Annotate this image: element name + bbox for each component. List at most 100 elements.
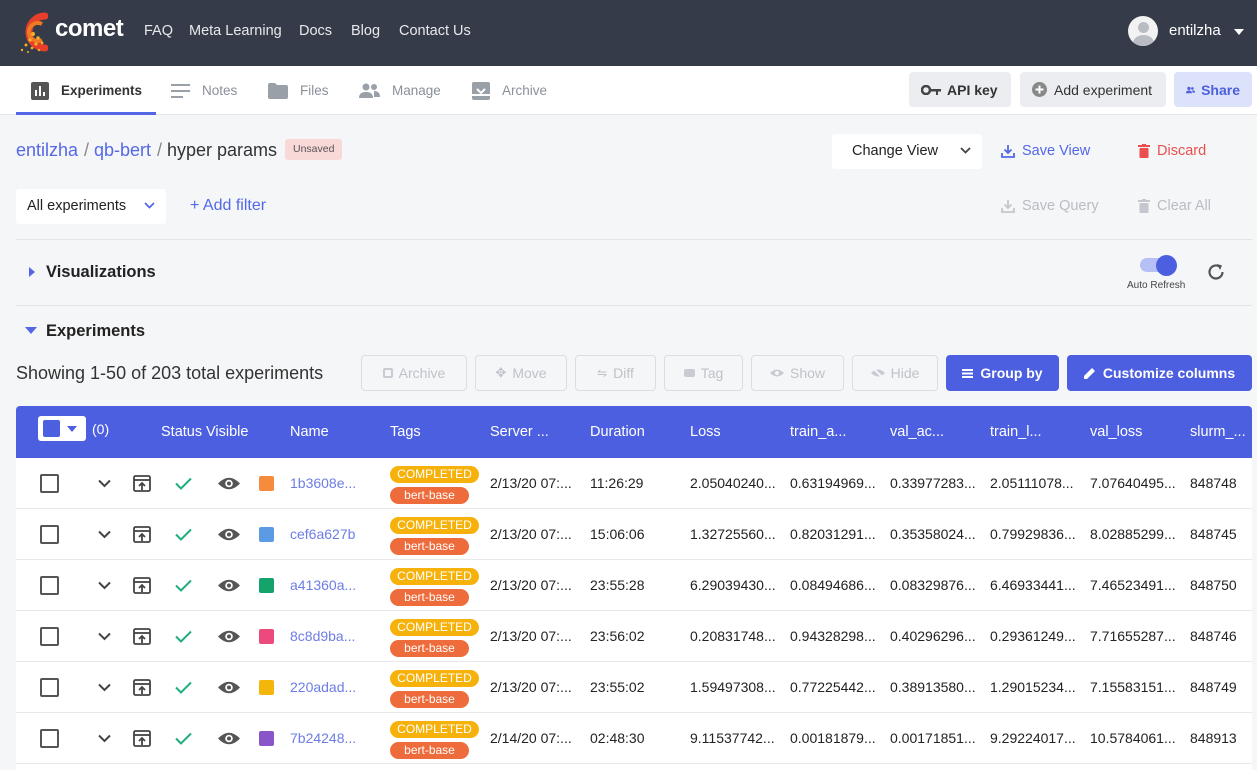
nav-blog[interactable]: Blog xyxy=(351,23,380,39)
open-external-icon[interactable] xyxy=(133,628,151,645)
experiment-color-swatch[interactable] xyxy=(259,680,274,695)
api-key-button[interactable]: API key xyxy=(909,72,1011,107)
tab-manage[interactable]: Manage xyxy=(359,66,441,115)
eye-icon[interactable] xyxy=(218,680,240,695)
tab-experiments[interactable]: Experiments xyxy=(31,66,142,115)
open-external-icon[interactable] xyxy=(133,730,151,747)
open-external-icon[interactable] xyxy=(133,475,151,492)
eye-icon[interactable] xyxy=(218,731,240,746)
row-checkbox[interactable] xyxy=(40,525,59,544)
column-header-loss[interactable]: Loss xyxy=(690,424,721,440)
avatar[interactable] xyxy=(1128,16,1158,46)
nav-meta-learning[interactable]: Meta Learning xyxy=(189,23,282,39)
eye-icon[interactable] xyxy=(218,629,240,644)
table-row[interactable]: 8c8d9ba... COMPLETED bert-base 2/13/20 0… xyxy=(16,611,1252,662)
change-view-dropdown[interactable]: Change View xyxy=(832,134,982,169)
share-button[interactable]: Share xyxy=(1174,72,1252,107)
select-all-checkbox[interactable] xyxy=(38,416,86,441)
tag-button[interactable]: Tag xyxy=(664,355,743,391)
table-row[interactable]: 7b24248... COMPLETED bert-base 2/14/20 0… xyxy=(16,713,1252,764)
experiment-name-link[interactable]: 8c8d9ba... xyxy=(290,628,355,644)
chevron-down-icon[interactable] xyxy=(98,683,111,692)
column-header-val-loss[interactable]: val_loss xyxy=(1090,424,1142,440)
open-external-icon[interactable] xyxy=(133,577,151,594)
open-external-icon[interactable] xyxy=(133,679,151,696)
column-header-val-acc[interactable]: val_ac... xyxy=(890,424,944,440)
experiments-heading[interactable]: Experiments xyxy=(46,322,145,341)
trash-icon xyxy=(1138,199,1150,213)
clear-all-button[interactable]: Clear All xyxy=(1138,198,1211,214)
tab-notes-label: Notes xyxy=(202,83,238,98)
experiment-color-swatch[interactable] xyxy=(259,629,274,644)
column-header-server-time[interactable]: Server ... xyxy=(490,424,549,440)
experiment-color-swatch[interactable] xyxy=(259,476,274,491)
tab-archive[interactable]: Archive xyxy=(472,66,547,115)
show-button[interactable]: Show xyxy=(751,355,844,391)
breadcrumb-workspace[interactable]: entilzha xyxy=(16,140,78,161)
chevron-down-icon[interactable] xyxy=(98,734,111,743)
experiment-name-link[interactable]: cef6a627b xyxy=(290,526,355,542)
table-row[interactable]: a41360a... COMPLETED bert-base 2/13/20 0… xyxy=(16,560,1252,611)
auto-refresh-toggle-knob[interactable] xyxy=(1156,255,1177,276)
add-experiment-button[interactable]: Add experiment xyxy=(1020,72,1166,107)
experiment-name-link[interactable]: 1b3608e... xyxy=(290,475,356,491)
list-icon xyxy=(962,368,974,378)
experiments-filter-dropdown[interactable]: All experiments xyxy=(16,189,166,224)
user-menu-caret-icon[interactable] xyxy=(1234,29,1244,35)
nav-contact-us[interactable]: Contact Us xyxy=(399,23,471,39)
add-filter-button[interactable]: + Add filter xyxy=(190,197,266,215)
column-header-train-acc[interactable]: train_a... xyxy=(790,424,846,440)
breadcrumb-project[interactable]: qb-bert xyxy=(94,140,151,161)
chevron-down-icon[interactable] xyxy=(98,632,111,641)
hide-button[interactable]: Hide xyxy=(852,355,938,391)
experiment-color-swatch[interactable] xyxy=(259,731,274,746)
discard-button[interactable]: Discard xyxy=(1138,143,1206,159)
chevron-down-icon[interactable] xyxy=(98,581,111,590)
table-row[interactable]: 220adad... COMPLETED bert-base 2/13/20 0… xyxy=(16,662,1252,713)
experiment-color-swatch[interactable] xyxy=(259,578,274,593)
brand-name[interactable]: comet xyxy=(55,15,124,43)
chevron-down-icon[interactable] xyxy=(98,530,111,539)
visualizations-heading[interactable]: Visualizations xyxy=(46,263,156,282)
collapse-caret-icon[interactable] xyxy=(25,327,37,334)
row-checkbox[interactable] xyxy=(40,627,59,646)
refresh-icon[interactable] xyxy=(1206,262,1226,282)
eye-icon[interactable] xyxy=(218,527,240,542)
train-acc-cell: 0.08494686... xyxy=(790,577,876,593)
experiment-color-swatch[interactable] xyxy=(259,527,274,542)
archive-button[interactable]: Archive xyxy=(361,355,467,391)
column-header-name[interactable]: Name xyxy=(290,424,329,440)
row-checkbox[interactable] xyxy=(40,474,59,493)
table-row[interactable]: cef6a627b COMPLETED bert-base 2/13/20 07… xyxy=(16,509,1252,560)
move-button[interactable]: ✥ Move xyxy=(475,355,567,391)
experiment-name-link[interactable]: 7b24248... xyxy=(290,730,356,746)
nav-faq[interactable]: FAQ xyxy=(144,23,173,39)
comet-logo-icon[interactable] xyxy=(14,10,48,54)
eye-icon[interactable] xyxy=(218,476,240,491)
column-header-tags[interactable]: Tags xyxy=(390,424,421,440)
experiment-name-link[interactable]: a41360a... xyxy=(290,577,356,593)
tab-files[interactable]: Files xyxy=(268,66,329,115)
chevron-down-icon[interactable] xyxy=(98,479,111,488)
column-header-visible[interactable]: Visible xyxy=(206,424,248,440)
table-row[interactable]: 1b3608e... COMPLETED bert-base 2/13/20 0… xyxy=(16,458,1252,509)
eye-icon[interactable] xyxy=(218,578,240,593)
column-header-status[interactable]: Status xyxy=(161,424,202,440)
save-view-button[interactable]: Save View xyxy=(1001,143,1090,159)
experiment-name-link[interactable]: 220adad... xyxy=(290,679,356,695)
nav-docs[interactable]: Docs xyxy=(299,23,332,39)
expand-caret-icon[interactable] xyxy=(29,267,35,277)
save-query-button[interactable]: Save Query xyxy=(1001,198,1099,214)
column-header-duration[interactable]: Duration xyxy=(590,424,645,440)
diff-button[interactable]: ⇋ Diff xyxy=(575,355,656,391)
customize-columns-button[interactable]: Customize columns xyxy=(1067,355,1252,391)
open-external-icon[interactable] xyxy=(133,526,151,543)
username[interactable]: entilzha xyxy=(1169,22,1221,39)
row-checkbox[interactable] xyxy=(40,678,59,697)
group-by-button[interactable]: Group by xyxy=(946,355,1059,391)
tab-notes[interactable]: Notes xyxy=(171,66,237,115)
row-checkbox[interactable] xyxy=(40,576,59,595)
column-header-slurm[interactable]: slurm_... xyxy=(1190,424,1246,440)
row-checkbox[interactable] xyxy=(40,729,59,748)
column-header-train-loss[interactable]: train_l... xyxy=(990,424,1042,440)
